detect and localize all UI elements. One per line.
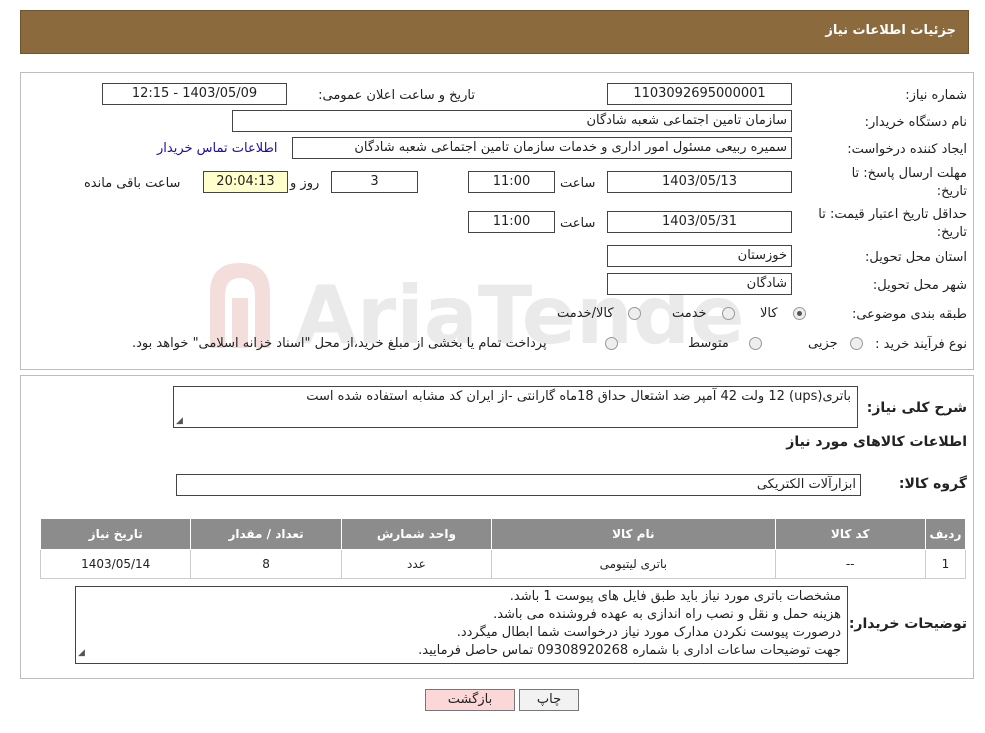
time-remaining-label: ساعت باقی مانده xyxy=(84,176,181,191)
col-date: تاریخ نیاز xyxy=(39,518,192,550)
back-button[interactable]: بازگشت xyxy=(425,689,515,711)
announce-field: 1403/05/09 - 12:15 xyxy=(102,83,287,105)
deadline-time-label: ساعت xyxy=(560,176,596,191)
creator-label: ایجاد کننده درخواست: xyxy=(847,142,967,157)
buyer-note-line: مشخصات باتری مورد نیاز باید طبق فایل های… xyxy=(509,589,841,604)
process-minor-label: جزیی xyxy=(808,336,838,351)
page-header: جزئیات اطلاعات نیاز xyxy=(20,10,969,54)
validity-date-field: 1403/05/31 xyxy=(607,211,792,233)
province-field: خوزستان xyxy=(607,245,792,267)
validity-time-label: ساعت xyxy=(560,216,596,231)
announce-label: تاریخ و ساعت اعلان عمومی: xyxy=(318,88,475,103)
print-button[interactable]: چاپ xyxy=(519,689,579,711)
cell-quantity: 8 xyxy=(190,549,342,579)
need-number-label: شماره نیاز: xyxy=(905,88,967,103)
city-field: شادگان xyxy=(607,273,792,295)
category-goods-service-radio[interactable] xyxy=(628,307,641,320)
summary-label: شرح کلی نیاز: xyxy=(866,400,967,416)
table-row: 1 -- باتری لیتیومی عدد 8 1403/05/14 xyxy=(39,549,967,579)
col-unit: واحد شمارش xyxy=(340,518,493,550)
creator-field: سمیره ربیعی مسئول امور اداری و خدمات ساز… xyxy=(292,137,792,159)
buyer-org-label: نام دستگاه خریدار: xyxy=(864,115,967,130)
validity-time-field: 11:00 xyxy=(468,211,555,233)
goods-table: ردیف کد کالا نام کالا واحد شمارش تعداد /… xyxy=(39,518,967,579)
goods-info-title: اطلاعات کالاهای مورد نیاز xyxy=(786,434,967,450)
process-note: پرداخت تمام یا بخشی از مبلغ خرید،از محل … xyxy=(132,336,547,351)
cell-unit: عدد xyxy=(340,549,493,579)
cell-name: باتری لیتیومی xyxy=(491,549,776,579)
category-service-label: خدمت xyxy=(672,306,707,321)
contact-info-link[interactable]: اطلاعات تماس خریدار xyxy=(157,141,277,156)
deadline-label-date: تاریخ: xyxy=(936,184,967,199)
process-medium-radio[interactable] xyxy=(749,337,762,350)
goods-group-field: ابزارآلات الکتریکی xyxy=(176,474,861,496)
category-goods-radio[interactable] xyxy=(793,307,806,320)
category-service-radio[interactable] xyxy=(722,307,735,320)
summary-textarea: باتری(ups) 12 ولت 42 آمپر ضد اشتعال حداق… xyxy=(173,386,858,428)
process-minor-radio[interactable] xyxy=(850,337,863,350)
deadline-label: مهلت ارسال پاسخ: تا xyxy=(851,166,967,181)
goods-group-label: گروه کالا: xyxy=(898,476,967,492)
buyer-note-line: هزینه حمل و نقل و نصب راه اندازی به عهده… xyxy=(493,607,841,622)
buyer-org-field: سازمان تامین اجتماعی شعبه شادگان xyxy=(232,110,792,132)
col-row: ردیف xyxy=(924,518,967,550)
table-header-row: ردیف کد کالا نام کالا واحد شمارش تعداد /… xyxy=(39,518,967,550)
process-medium-label: متوسط xyxy=(688,336,729,351)
category-label: طبقه بندی موضوعی: xyxy=(851,307,967,322)
resize-grip-icon[interactable]: ◢ xyxy=(78,644,85,662)
deadline-date-field: 1403/05/13 xyxy=(607,171,792,193)
process-treasury-checkbox[interactable] xyxy=(605,337,618,350)
buyer-notes-textarea: مشخصات باتری مورد نیاز باید طبق فایل های… xyxy=(75,586,848,664)
page-title: جزئیات اطلاعات نیاز xyxy=(825,23,956,38)
buyer-note-line: جهت توضیحات ساعات اداری با شماره 0930892… xyxy=(418,643,841,658)
cell-date: 1403/05/14 xyxy=(39,549,192,579)
col-quantity: تعداد / مقدار xyxy=(190,518,342,550)
need-number-field: 1103092695000001 xyxy=(607,83,792,105)
cell-code: -- xyxy=(774,549,926,579)
cell-row: 1 xyxy=(924,549,967,579)
summary-text: باتری(ups) 12 ولت 42 آمپر ضد اشتعال حداق… xyxy=(306,389,851,404)
col-name: نام کالا xyxy=(491,518,776,550)
city-label: شهر محل تحویل: xyxy=(872,278,967,293)
days-remaining-field: 3 xyxy=(331,171,418,193)
process-label: نوع فرآیند خرید : xyxy=(875,337,967,352)
validity-label: حداقل تاریخ اعتبار قیمت: تا xyxy=(818,207,967,222)
buyer-note-line: درصورت پیوست نکردن مدارک مورد نیاز درخوا… xyxy=(456,625,841,640)
time-remaining-field: 20:04:13 xyxy=(203,171,288,193)
category-goods-label: کالا xyxy=(760,306,778,321)
validity-label-date: تاریخ: xyxy=(936,225,967,240)
deadline-time-field: 11:00 xyxy=(468,171,555,193)
col-code: کد کالا xyxy=(774,518,926,550)
category-goods-service-label: کالا/خدمت xyxy=(557,306,614,321)
buyer-notes-label: توضیحات خریدار: xyxy=(848,616,967,632)
province-label: استان محل تحویل: xyxy=(865,250,967,265)
days-label: روز و xyxy=(290,176,320,191)
resize-grip-icon[interactable]: ◢ xyxy=(176,416,183,426)
